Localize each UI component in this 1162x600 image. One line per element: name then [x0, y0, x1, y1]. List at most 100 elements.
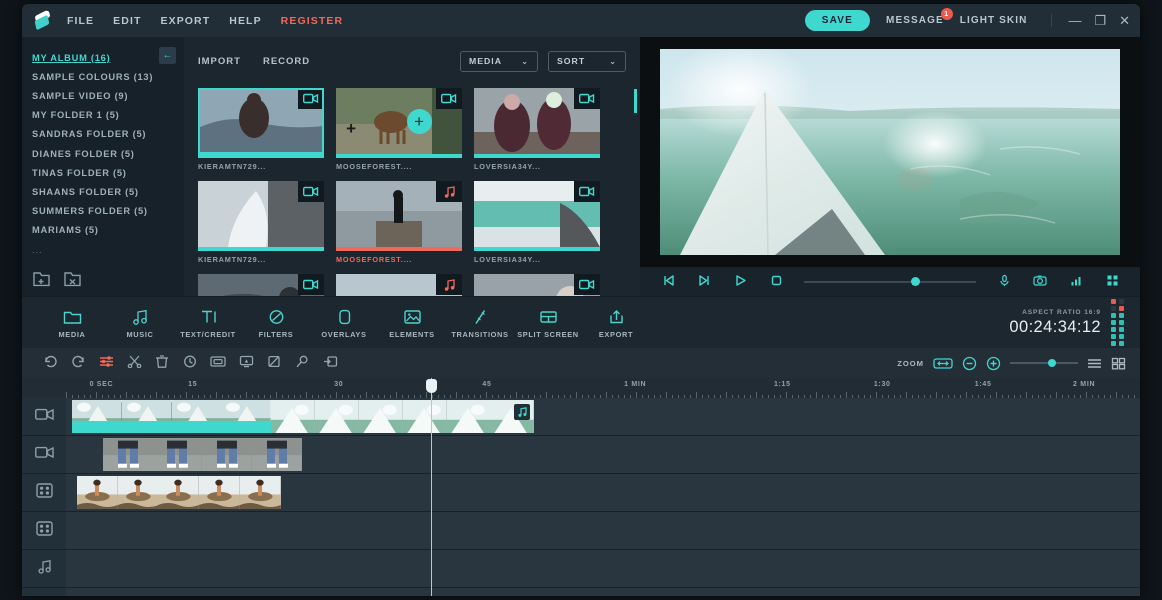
cut-icon[interactable]: [120, 355, 148, 371]
timeline-ruler[interactable]: 0 SEC1530451 MIN1:151:301:452 MIN: [22, 378, 1140, 398]
tool-split-screen[interactable]: SPLIT SCREEN: [514, 306, 582, 339]
track-header[interactable]: [22, 474, 66, 511]
sidebar-item-sample-colours[interactable]: SAMPLE COLOURS (13): [32, 67, 184, 86]
menu-item-export[interactable]: EXPORT: [160, 15, 210, 27]
track-lane[interactable]: [66, 512, 1140, 549]
minimize-icon[interactable]: —: [1068, 14, 1081, 27]
timeline-clip[interactable]: [103, 438, 303, 471]
sidebar-item-mariams[interactable]: MARIAMS (5): [32, 221, 184, 240]
sidebar-item-summers-folder[interactable]: SUMMERS FOLDER (5): [32, 202, 184, 221]
message-button[interactable]: MESSAGE 1: [886, 15, 944, 26]
jump-start-button[interactable]: [650, 274, 686, 290]
media-thumbnail[interactable]: [198, 88, 324, 154]
media-item[interactable]: [474, 274, 600, 296]
track-lane[interactable]: [66, 436, 1140, 473]
collapse-sidebar-button[interactable]: ←: [159, 47, 176, 64]
timeline-clip[interactable]: [271, 400, 534, 433]
media-thumbnail[interactable]: ++: [336, 88, 462, 154]
zoom-slider[interactable]: [1010, 358, 1078, 368]
track-header[interactable]: [22, 588, 66, 596]
media-thumbnail[interactable]: [336, 274, 462, 296]
delete-icon[interactable]: [148, 355, 176, 371]
media-item[interactable]: [198, 274, 324, 296]
tool-export[interactable]: EXPORT: [582, 306, 650, 339]
add-marker-icon[interactable]: [316, 355, 344, 371]
snapshot-icon[interactable]: [1022, 274, 1058, 290]
audio-mixer-icon[interactable]: [92, 355, 120, 371]
tool-filters[interactable]: FILTERS: [242, 306, 310, 339]
sidebar-item-shaans-folder[interactable]: SHAANS FOLDER (5): [32, 182, 184, 201]
close-icon[interactable]: ✕: [1119, 14, 1130, 27]
pan-zoom-icon[interactable]: [288, 355, 316, 371]
tool-transitions[interactable]: TRANSITIONS: [446, 306, 514, 339]
sidebar-item-dianes-folder[interactable]: DIANES FOLDER (5): [32, 144, 184, 163]
media-item[interactable]: MOOSEFOREST....: [336, 181, 462, 264]
media-thumbnail[interactable]: [198, 274, 324, 296]
speed-icon[interactable]: [176, 355, 204, 371]
media-item[interactable]: KIERAMTN729...: [198, 88, 324, 171]
zoom-out-button[interactable]: [962, 356, 977, 371]
green-screen-icon[interactable]: [232, 355, 260, 371]
maximize-icon[interactable]: ❐: [1094, 14, 1106, 27]
tool-music[interactable]: MUSIC: [106, 306, 174, 339]
timeline-clip[interactable]: [77, 476, 281, 509]
add-to-timeline-button[interactable]: +: [407, 109, 432, 134]
sidebar-item-sample-video[interactable]: SAMPLE VIDEO (9): [32, 86, 184, 105]
stop-button[interactable]: [758, 274, 794, 290]
media-thumbnail[interactable]: [474, 274, 600, 296]
media-thumbnail[interactable]: [474, 88, 600, 154]
track-header[interactable]: [22, 436, 66, 473]
color-correct-icon[interactable]: [260, 355, 288, 371]
media-item[interactable]: LOVERSIA34Y...: [474, 88, 600, 171]
zoom-in-button[interactable]: [986, 356, 1001, 371]
media-thumbnail[interactable]: [198, 181, 324, 247]
media-scrollbar[interactable]: [634, 89, 637, 113]
record-button[interactable]: RECORD: [263, 56, 310, 67]
microphone-icon[interactable]: [986, 274, 1022, 290]
sidebar-item-tinas-folder[interactable]: TINAS FOLDER (5): [32, 163, 184, 182]
grid-view-icon[interactable]: [1111, 357, 1126, 370]
track-lane[interactable]: [66, 550, 1140, 587]
fit-to-window-button[interactable]: [933, 357, 953, 370]
preview-scrubber[interactable]: [804, 275, 976, 289]
track-header[interactable]: [22, 512, 66, 549]
levels-icon[interactable]: [1058, 274, 1094, 290]
remove-folder-icon[interactable]: [63, 271, 82, 288]
fullscreen-icon[interactable]: [1094, 274, 1130, 290]
sidebar-item-sandras-folder[interactable]: SANDRAS FOLDER (5): [32, 125, 184, 144]
track-header[interactable]: [22, 550, 66, 587]
undo-icon[interactable]: [36, 355, 64, 371]
crop-icon[interactable]: [204, 355, 232, 371]
playhead[interactable]: [431, 378, 432, 398]
redo-icon[interactable]: [64, 355, 92, 371]
import-button[interactable]: IMPORT: [198, 56, 241, 67]
play-button[interactable]: [722, 274, 758, 290]
prev-frame-button[interactable]: [686, 274, 722, 290]
sidebar-item-my-folder-1[interactable]: MY FOLDER 1 (5): [32, 106, 184, 125]
preview-stage[interactable]: [640, 37, 1140, 267]
media-item[interactable]: ++MOOSEFOREST....: [336, 88, 462, 171]
menu-item-edit[interactable]: EDIT: [113, 15, 141, 27]
media-thumbnail[interactable]: [474, 181, 600, 247]
media-item[interactable]: [336, 274, 462, 296]
add-folder-icon[interactable]: [32, 271, 51, 288]
media-type-dropdown[interactable]: MEDIA ⌄: [460, 51, 538, 72]
timeline-clip[interactable]: [72, 400, 271, 433]
menu-item-file[interactable]: FILE: [67, 15, 94, 27]
scrubber-handle[interactable]: [911, 277, 920, 286]
tool-media[interactable]: MEDIA: [38, 306, 106, 339]
media-item[interactable]: LOVERSIA34Y...: [474, 181, 600, 264]
playhead-handle[interactable]: [426, 379, 437, 393]
sort-dropdown[interactable]: SORT ⌄: [548, 51, 626, 72]
tool-overlays[interactable]: OVERLAYS: [310, 306, 378, 339]
track-header[interactable]: [22, 398, 66, 435]
menu-item-register[interactable]: REGISTER: [281, 15, 343, 27]
track-lane[interactable]: [66, 398, 1140, 435]
menu-item-help[interactable]: HELP: [229, 15, 261, 27]
tool-text-credit[interactable]: TEXT/CREDIT: [174, 306, 242, 339]
track-lane[interactable]: [66, 474, 1140, 511]
track-lane[interactable]: [66, 588, 1140, 596]
tool-elements[interactable]: ELEMENTS: [378, 306, 446, 339]
list-view-icon[interactable]: [1087, 357, 1102, 370]
light-skin-button[interactable]: LIGHT SKIN: [960, 15, 1028, 26]
